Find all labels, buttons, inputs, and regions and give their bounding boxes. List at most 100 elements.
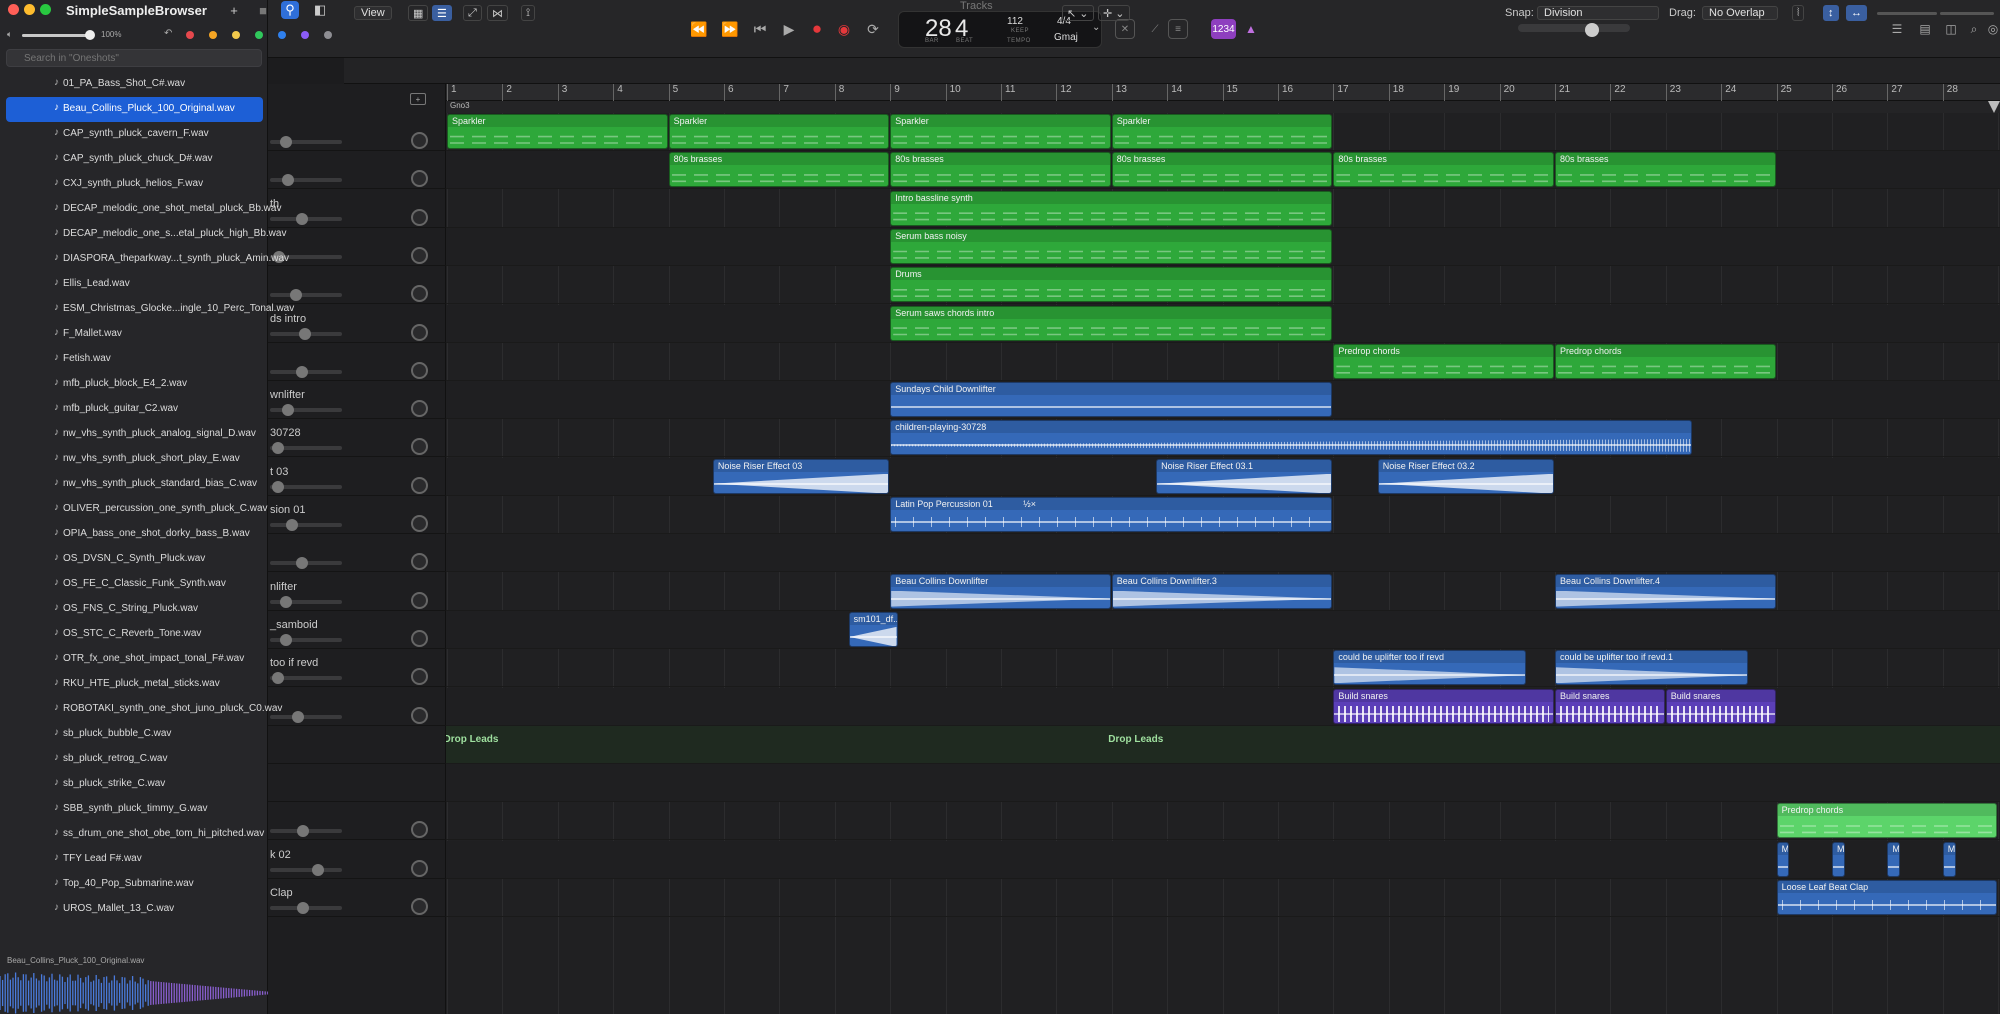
file-item[interactable]: ♪ nw_vhs_synth_pluck_analog_signal_D.wav <box>6 422 263 447</box>
region[interactable]: Build snares <box>1333 688 1554 724</box>
metronome-button[interactable]: ▲ <box>1241 19 1261 39</box>
region[interactable]: Beau Collins Downlifter.4 <box>1555 573 1776 609</box>
track-pan-knob[interactable] <box>411 591 428 609</box>
track-lane[interactable] <box>446 840 2000 879</box>
region[interactable]: Predrop chords <box>1333 343 1554 379</box>
file-item[interactable]: ♪ UROS_Mallet_13_C.wav <box>6 897 263 922</box>
file-item[interactable]: ♪ OLIVER_percussion_one_synth_pluck_C.wav <box>6 497 268 522</box>
lcd-chevron-icon[interactable]: ⌄ <box>1092 22 1100 33</box>
horizontal-zoom-slider[interactable] <box>1940 5 1994 21</box>
region[interactable]: Noise Riser Effect 03.2 <box>1377 458 1554 494</box>
preview-waveform[interactable] <box>0 972 268 1014</box>
file-item[interactable]: ♪ sb_pluck_retrog_C.wav <box>6 747 263 772</box>
file-item[interactable]: ♪ TFY Lead F#.wav <box>6 847 263 872</box>
region[interactable]: Beau Collins Downlifter.3 <box>1111 573 1333 609</box>
track-pan-knob[interactable] <box>411 361 428 379</box>
master-volume-thumb[interactable] <box>1585 23 1599 37</box>
automation-button[interactable]: ⤢ <box>463 5 482 21</box>
file-item[interactable]: ♪ OS_FE_C_Classic_Funk_Synth.wav <box>6 572 263 597</box>
search-input[interactable] <box>6 49 262 67</box>
region[interactable]: Latin Pop Percussion 01 ½× <box>890 497 1333 532</box>
track-pan-knob[interactable] <box>411 629 428 647</box>
fast-forward-button[interactable]: ⏩ <box>719 19 741 39</box>
file-item[interactable]: ♪ sb_pluck_bubble_C.wav <box>6 722 263 747</box>
track-volume-slider[interactable] <box>270 408 342 413</box>
track-pan-knob[interactable] <box>411 323 428 341</box>
track-volume-thumb[interactable] <box>292 710 304 723</box>
file-item[interactable]: ♪ SBB_synth_pluck_timmy_G.wav <box>6 797 263 822</box>
track-volume-thumb[interactable] <box>296 365 308 378</box>
color-filter-dot[interactable] <box>278 31 286 39</box>
region[interactable]: 80s brasses <box>1555 152 1776 188</box>
track-lane[interactable] <box>446 725 2000 764</box>
file-item[interactable]: ♪ ss_drum_one_shot_obe_tom_hi_pitched.wav <box>6 822 264 847</box>
region[interactable]: sm101_df... <box>848 611 898 647</box>
region[interactable]: M <box>1942 841 1956 877</box>
track-lane[interactable] <box>446 802 2000 841</box>
file-item[interactable]: ♪ DIASPORA_theparkway...t_synth_pluck_Ami… <box>6 247 289 272</box>
track-lane[interactable] <box>446 764 2000 803</box>
undo-icon[interactable]: ↶ <box>164 28 172 39</box>
file-item[interactable]: ♪ Beau_Collins_Pluck_100_Original.wav <box>6 97 263 122</box>
secondary-tool-menu[interactable]: ✛ ⌄ <box>1098 5 1130 21</box>
file-item[interactable]: ♪ OS_FNS_C_String_Pluck.wav <box>6 597 263 622</box>
region[interactable]: Sparkler <box>1111 114 1333 149</box>
add-folder-button[interactable]: + <box>225 1 243 19</box>
region[interactable]: Build snares <box>1555 688 1665 724</box>
capture-record-button[interactable]: ◉ <box>833 19 855 39</box>
track-volume-thumb[interactable] <box>272 480 284 493</box>
browser-search-button[interactable]: ⌕ <box>1965 20 1983 38</box>
region[interactable]: Noise Riser Effect 03 <box>712 458 890 494</box>
track-volume-slider[interactable] <box>270 523 342 527</box>
file-item[interactable]: ♪ DECAP_melodic_one_shot_metal_pluck_Bb.w… <box>6 197 281 222</box>
list-editors-button[interactable]: ☰ <box>1888 20 1906 38</box>
track-pan-knob[interactable] <box>411 132 428 149</box>
file-item[interactable]: ♪ Fetish.wav <box>6 347 263 372</box>
tuning-fork-button[interactable]: ⟋ <box>1145 19 1165 39</box>
track-volume-slider[interactable] <box>270 714 342 719</box>
track-lane[interactable] <box>446 879 2000 917</box>
region[interactable]: Noise Riser Effect 03.1 <box>1156 458 1333 494</box>
color-filter-dot[interactable] <box>255 31 263 39</box>
notepad-button[interactable]: ▤ <box>1916 20 1934 38</box>
region[interactable]: Sparkler <box>890 114 1111 149</box>
region[interactable]: M <box>1887 841 1901 877</box>
play-button[interactable]: ▶ <box>778 19 800 39</box>
file-item[interactable]: ♪ ROBOTAKI_synth_one_shot_juno_pluck_C0.w… <box>6 697 282 722</box>
vertical-zoom-button[interactable]: ↕ <box>1823 5 1839 21</box>
file-item[interactable]: ♪ nw_vhs_synth_pluck_standard_bias_C.wav <box>6 472 263 497</box>
region[interactable]: 80s brasses <box>1333 152 1554 188</box>
file-item[interactable]: ♪ Ellis_Lead.wav <box>6 272 263 297</box>
track-lane[interactable] <box>446 534 2000 573</box>
track-volume-slider[interactable] <box>270 867 342 872</box>
region[interactable]: Beau Collins Downlifter <box>890 573 1111 609</box>
volume-slider-thumb[interactable] <box>85 30 95 40</box>
pointer-tool-menu[interactable]: ↖ ⌄ <box>1062 5 1094 21</box>
region[interactable]: Intro bassline synth <box>890 190 1333 226</box>
catch-button[interactable]: ⟟ <box>521 5 536 21</box>
region[interactable]: Build snares <box>1665 688 1776 724</box>
go-to-start-button[interactable]: ⏮ <box>749 19 771 39</box>
stop-button[interactable]: ■ <box>254 1 272 19</box>
track-pan-knob[interactable] <box>411 515 428 532</box>
vertical-zoom-slider[interactable] <box>1877 5 1937 21</box>
track-pan-knob[interactable] <box>411 246 428 264</box>
region[interactable]: could be uplifter too if revd.1 <box>1555 650 1748 686</box>
loops-button[interactable]: ◎ <box>1986 20 2000 38</box>
track-pan-knob[interactable] <box>411 859 428 877</box>
region[interactable]: children-playing-30728 <box>890 420 1693 456</box>
file-item[interactable]: ♪ CAP_synth_pluck_cavern_F.wav <box>6 122 263 147</box>
track-header[interactable] <box>268 726 446 764</box>
track-volume-thumb[interactable] <box>280 633 292 646</box>
track-volume-thumb[interactable] <box>299 327 311 340</box>
file-item[interactable]: ♪ OPIA_bass_one_shot_dorky_bass_B.wav <box>6 522 263 547</box>
file-item[interactable]: ♪ mfb_pluck_block_E4_2.wav <box>6 372 263 397</box>
track-volume-thumb[interactable] <box>297 902 309 914</box>
track-volume-thumb[interactable] <box>286 519 298 531</box>
rewind-button[interactable]: ⏪ <box>688 19 710 39</box>
file-item[interactable]: ♪ RKU_HTE_pluck_metal_sticks.wav <box>6 672 263 697</box>
region[interactable]: Predrop chords <box>1776 803 1998 839</box>
track-pan-knob[interactable] <box>411 400 428 418</box>
file-item[interactable]: ♪ mfb_pluck_guitar_C2.wav <box>6 397 263 422</box>
region[interactable]: Predrop chords <box>1555 343 1776 379</box>
